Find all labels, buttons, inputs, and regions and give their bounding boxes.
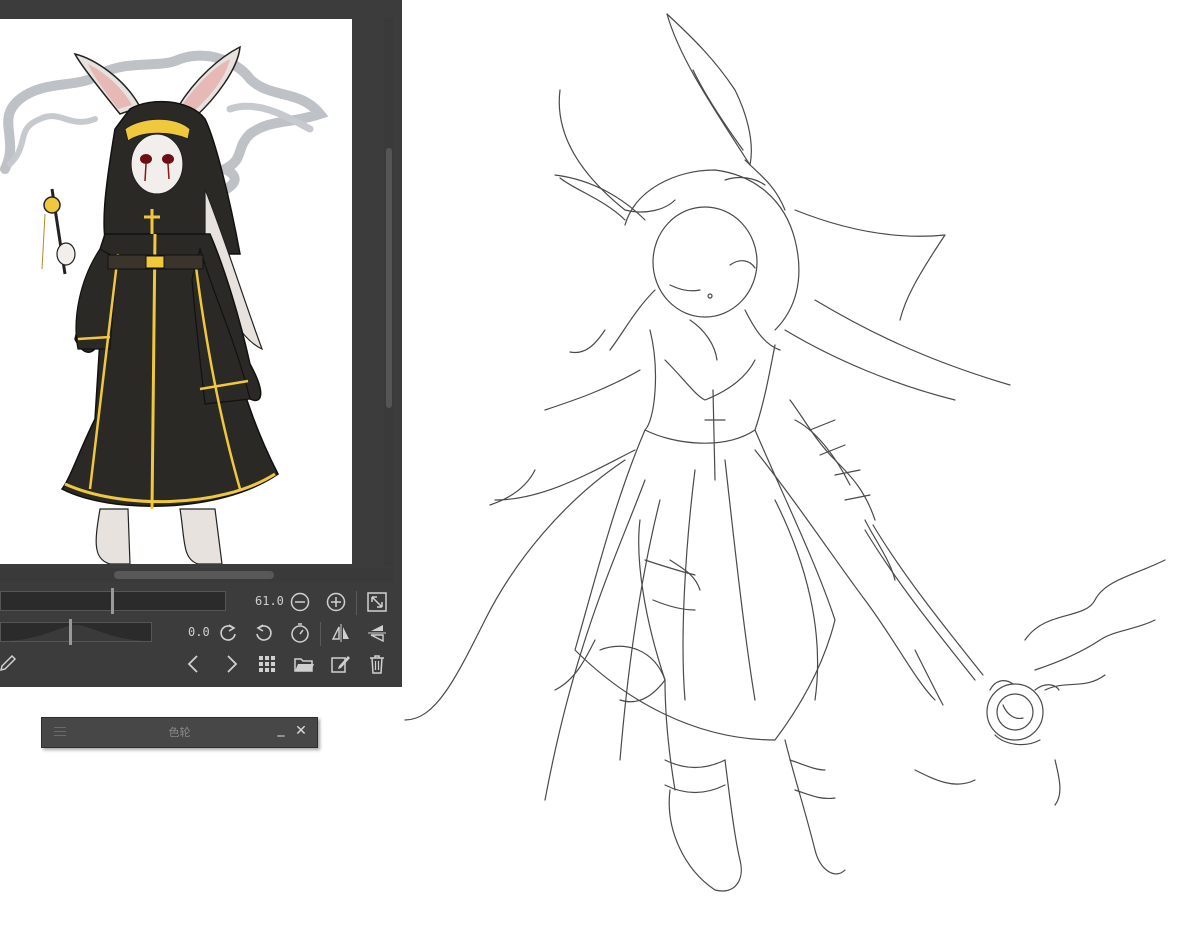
navigator-title-bar[interactable] [0,0,402,18]
rotation-slider-handle[interactable] [69,619,72,645]
navigator-panel: 61.0 0.0 [0,0,402,687]
reference-preview[interactable] [0,19,352,564]
rotation-value[interactable]: 0.0 [188,625,210,639]
rotate-right-icon[interactable] [251,620,277,646]
sketch-canvas[interactable] [395,0,1200,927]
toolbar-divider [356,591,357,615]
rotate-left-icon[interactable] [215,620,241,646]
color-wheel-panel[interactable]: 色轮 _ ✕ [41,717,318,748]
eyedropper-icon[interactable] [0,651,20,677]
folder-open-icon[interactable] [291,651,317,677]
trash-icon[interactable] [364,651,390,677]
grid-icon[interactable] [254,651,280,677]
minimize-button[interactable]: _ [272,720,290,738]
flip-horizontal-icon[interactable] [328,620,354,646]
zoom-out-icon[interactable] [287,589,313,615]
rotation-slider[interactable] [0,619,152,645]
close-button[interactable]: ✕ [292,722,310,740]
chevron-left-icon[interactable] [181,651,207,677]
reset-rotation-icon[interactable] [287,620,313,646]
fit-to-window-icon[interactable] [364,589,390,615]
zoom-value[interactable]: 61.0 [255,594,284,608]
edit-icon[interactable] [327,651,353,677]
zoom-in-icon[interactable] [323,589,349,615]
reference-image [0,45,329,564]
zoom-slider[interactable] [0,588,226,614]
horizontal-scroll-thumb[interactable] [114,571,274,579]
zoom-slider-handle[interactable] [111,588,114,614]
chevron-right-icon[interactable] [218,651,244,677]
vertical-scrollbar[interactable] [384,18,394,566]
toolbar-divider [320,622,321,646]
flip-vertical-icon[interactable] [364,620,390,646]
horizontal-scrollbar[interactable] [0,568,394,582]
vertical-scroll-thumb[interactable] [386,148,392,408]
